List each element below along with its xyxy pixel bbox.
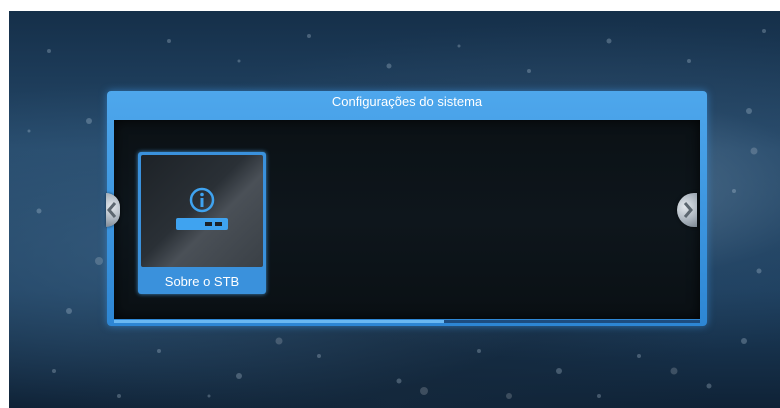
menu-item-icon-area [141, 155, 263, 267]
tv-screen: Configurações do sistema Sobre o STB [9, 11, 780, 408]
arrow-right-icon [683, 202, 693, 218]
menu-item-label: Sobre o STB [164, 274, 240, 289]
scroll-thumb [114, 320, 444, 323]
scroll-left-button[interactable] [106, 193, 120, 227]
arrow-left-icon [107, 202, 117, 218]
dialog-title: Configurações do sistema [331, 94, 483, 109]
scroll-indicator [114, 320, 700, 323]
menu-item-about-stb[interactable]: Sobre o STB [138, 152, 266, 294]
info-set-top-box-icon [176, 187, 228, 230]
scroll-right-button[interactable] [677, 193, 697, 227]
